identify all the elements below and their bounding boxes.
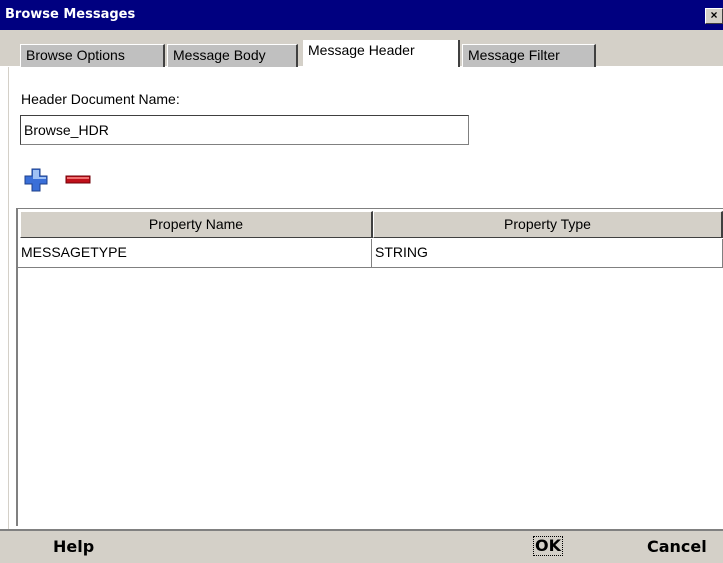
close-icon: ×	[710, 8, 718, 22]
ok-button[interactable]: OK	[533, 536, 563, 556]
title-bar: Browse Messages ×	[0, 0, 723, 30]
cancel-button[interactable]: Cancel	[647, 537, 707, 556]
tab-browse-options[interactable]: Browse Options	[20, 44, 165, 67]
property-table: Property Name Property Type MESSAGETYPE …	[16, 208, 723, 526]
window-title: Browse Messages	[5, 7, 136, 22]
tab-message-header[interactable]: Message Header	[303, 40, 460, 68]
browse-messages-dialog: Browse Messages × Browse Options Message…	[0, 0, 723, 563]
help-button[interactable]: Help	[53, 537, 94, 556]
remove-property-button[interactable]	[65, 168, 91, 192]
dialog-footer: Help OK Cancel	[0, 529, 723, 563]
add-property-button[interactable]	[24, 168, 48, 192]
tab-message-filter[interactable]: Message Filter	[462, 44, 596, 67]
column-header-property-type[interactable]: Property Type	[373, 211, 723, 238]
minus-icon	[65, 175, 91, 184]
close-button[interactable]: ×	[705, 8, 723, 24]
tab-strip: Browse Options Message Body Message Head…	[0, 30, 723, 68]
plus-icon	[24, 168, 48, 192]
tab-message-body[interactable]: Message Body	[167, 44, 298, 67]
table-row[interactable]: MESSAGETYPE STRING	[18, 239, 723, 268]
header-document-name-input[interactable]	[20, 115, 469, 145]
cell-property-type[interactable]: STRING	[372, 239, 723, 267]
cell-property-name[interactable]: MESSAGETYPE	[18, 239, 372, 267]
column-header-property-name[interactable]: Property Name	[20, 211, 373, 238]
header-document-name-label: Header Document Name:	[21, 91, 180, 107]
